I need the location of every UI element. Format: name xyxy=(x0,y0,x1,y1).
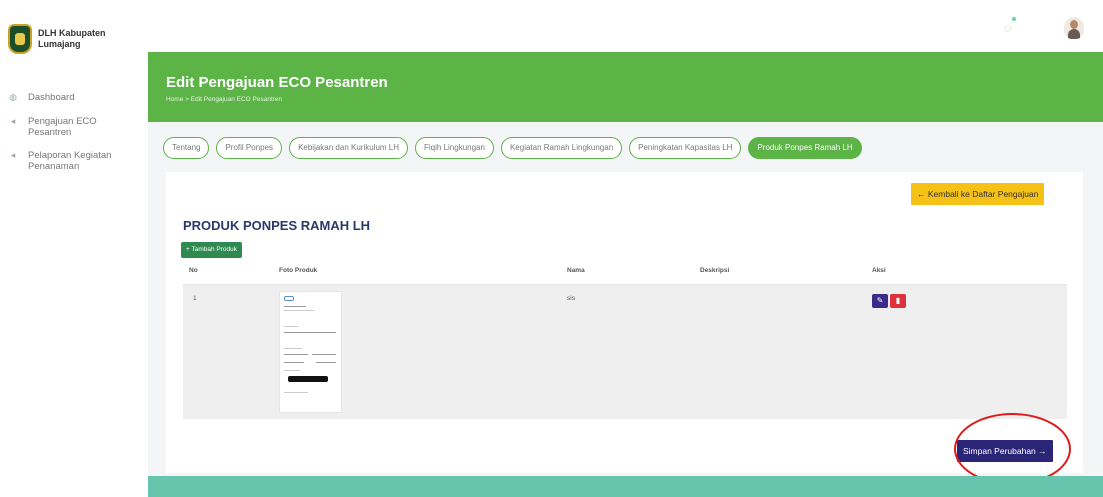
tab-profil-ponpes[interactable]: Profil Ponpes xyxy=(216,137,283,159)
page-title: Edit Pengajuan ECO Pesantren xyxy=(166,74,388,91)
tab-peningkatan[interactable]: Peningkatan Kapasitas LH xyxy=(629,137,742,159)
column-header-nama: Nama xyxy=(567,267,585,274)
tab-fiqih[interactable]: Fiqih Lingkungan xyxy=(415,137,494,159)
save-changes-button[interactable]: Simpan Perubahan → xyxy=(957,440,1053,462)
trash-icon[interactable]: ▮ xyxy=(890,294,906,308)
sidebar-item-pelaporan[interactable]: ◂ Pelaporan Kegiatan Penanaman xyxy=(0,148,148,172)
send-icon: ◂ xyxy=(10,116,16,126)
tab-produk[interactable]: Produk Ponpes Ramah LH xyxy=(748,137,862,159)
table-header: No Foto Produk Nama Deskripsi Aksi xyxy=(183,265,1067,285)
main-card: ← Kembali ke Daftar Pengajuan PRODUK PON… xyxy=(166,172,1083,473)
avatar[interactable] xyxy=(1064,17,1084,39)
sidebar-item-pengajuan[interactable]: ◂ Pengajuan ECO Pesantren xyxy=(0,114,148,138)
send-icon: ◂ xyxy=(10,150,16,160)
edit-icon[interactable]: ✎ xyxy=(872,294,888,308)
tab-tentang[interactable]: Tentang xyxy=(163,137,210,159)
tab-bar: Tentang Profil Ponpes Kebijakan dan Kuri… xyxy=(163,137,862,159)
notification-dot xyxy=(1012,17,1016,21)
breadcrumb[interactable]: Home > Edit Pengajuan ECO Pesantren xyxy=(166,96,282,103)
brand-name: DLH Kabupaten Lumajang xyxy=(38,28,106,49)
page-header: Edit Pengajuan ECO Pesantren Home > Edit… xyxy=(148,52,1103,122)
tab-kegiatan[interactable]: Kegiatan Ramah Lingkungan xyxy=(500,137,623,159)
sidebar-item-label: Pengajuan ECO Pesantren xyxy=(28,116,97,138)
redacted-block xyxy=(288,376,328,382)
column-header-aksi: Aksi xyxy=(872,267,886,274)
cell-no: 1 xyxy=(193,295,197,302)
column-header-foto: Foto Produk xyxy=(279,267,318,274)
product-photo[interactable] xyxy=(279,291,342,413)
top-bar: ◌ xyxy=(148,0,1103,52)
cell-nama: sis xyxy=(567,295,575,302)
sidebar-item-label: Dashboard xyxy=(28,92,75,103)
sidebar-item-label: Pelaporan Kegiatan Penanaman xyxy=(28,150,112,172)
photo-logo xyxy=(284,296,294,301)
add-product-button[interactable]: + Tambah Produk xyxy=(181,242,243,258)
table-row: 1 sis ✎ ▮ xyxy=(183,285,1067,419)
bell-icon[interactable]: ◌ xyxy=(1004,20,1018,36)
back-to-list-button[interactable]: ← Kembali ke Daftar Pengajuan xyxy=(911,183,1045,205)
column-header-deskripsi: Deskripsi xyxy=(700,267,730,274)
brand[interactable]: DLH Kabupaten Lumajang xyxy=(8,24,128,54)
logo xyxy=(8,24,32,54)
sidebar-item-dashboard[interactable]: ◍ Dashboard xyxy=(0,90,148,104)
tab-kebijakan[interactable]: Kebijakan dan Kurikulum LH xyxy=(289,137,409,159)
section-title: PRODUK PONPES RAMAH LH xyxy=(183,218,371,233)
sidebar: DLH Kabupaten Lumajang ◍ Dashboard ◂ Pen… xyxy=(0,0,148,497)
sidebar-nav: ◍ Dashboard ◂ Pengajuan ECO Pesantren ◂ … xyxy=(0,90,148,182)
dashboard-icon: ◍ xyxy=(9,92,17,102)
footer xyxy=(148,476,1103,497)
column-header-no: No xyxy=(189,267,198,274)
